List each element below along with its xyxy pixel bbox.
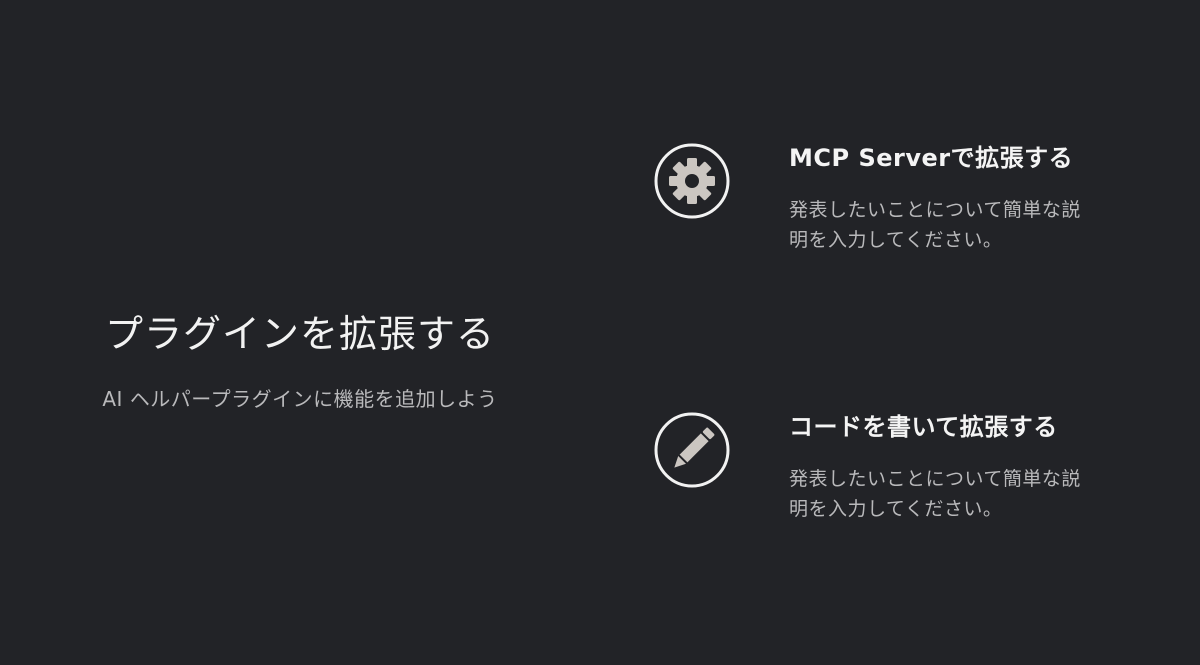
page-title: プラグインを拡張する: [104, 312, 495, 356]
gear-icon: [652, 141, 732, 221]
pencil-icon: [652, 410, 732, 490]
slide: プラグインを拡張する AI ヘルパープラグインに機能を追加しよう MCP Ser…: [0, 0, 1200, 665]
feature-description: 発表したいことについて簡単な説明を入力してください。: [789, 468, 1081, 520]
title-block: プラグインを拡張する AI ヘルパープラグインに機能を追加しよう: [40, 308, 560, 414]
feature-text: MCP Serverで拡張する 発表したいことについて簡単な説明を入力してくださ…: [789, 141, 1109, 255]
feature-description: 発表したいことについて簡単な説明を入力してください。: [789, 199, 1081, 251]
feature-title: コードを書いて拡張する: [789, 413, 1058, 441]
feature-title: MCP Serverで拡張する: [789, 144, 1074, 172]
page-subtitle: AI ヘルパープラグインに機能を追加しよう: [102, 387, 498, 411]
feature-text: コードを書いて拡張する 発表したいことについて簡単な説明を入力してください。: [789, 410, 1109, 524]
